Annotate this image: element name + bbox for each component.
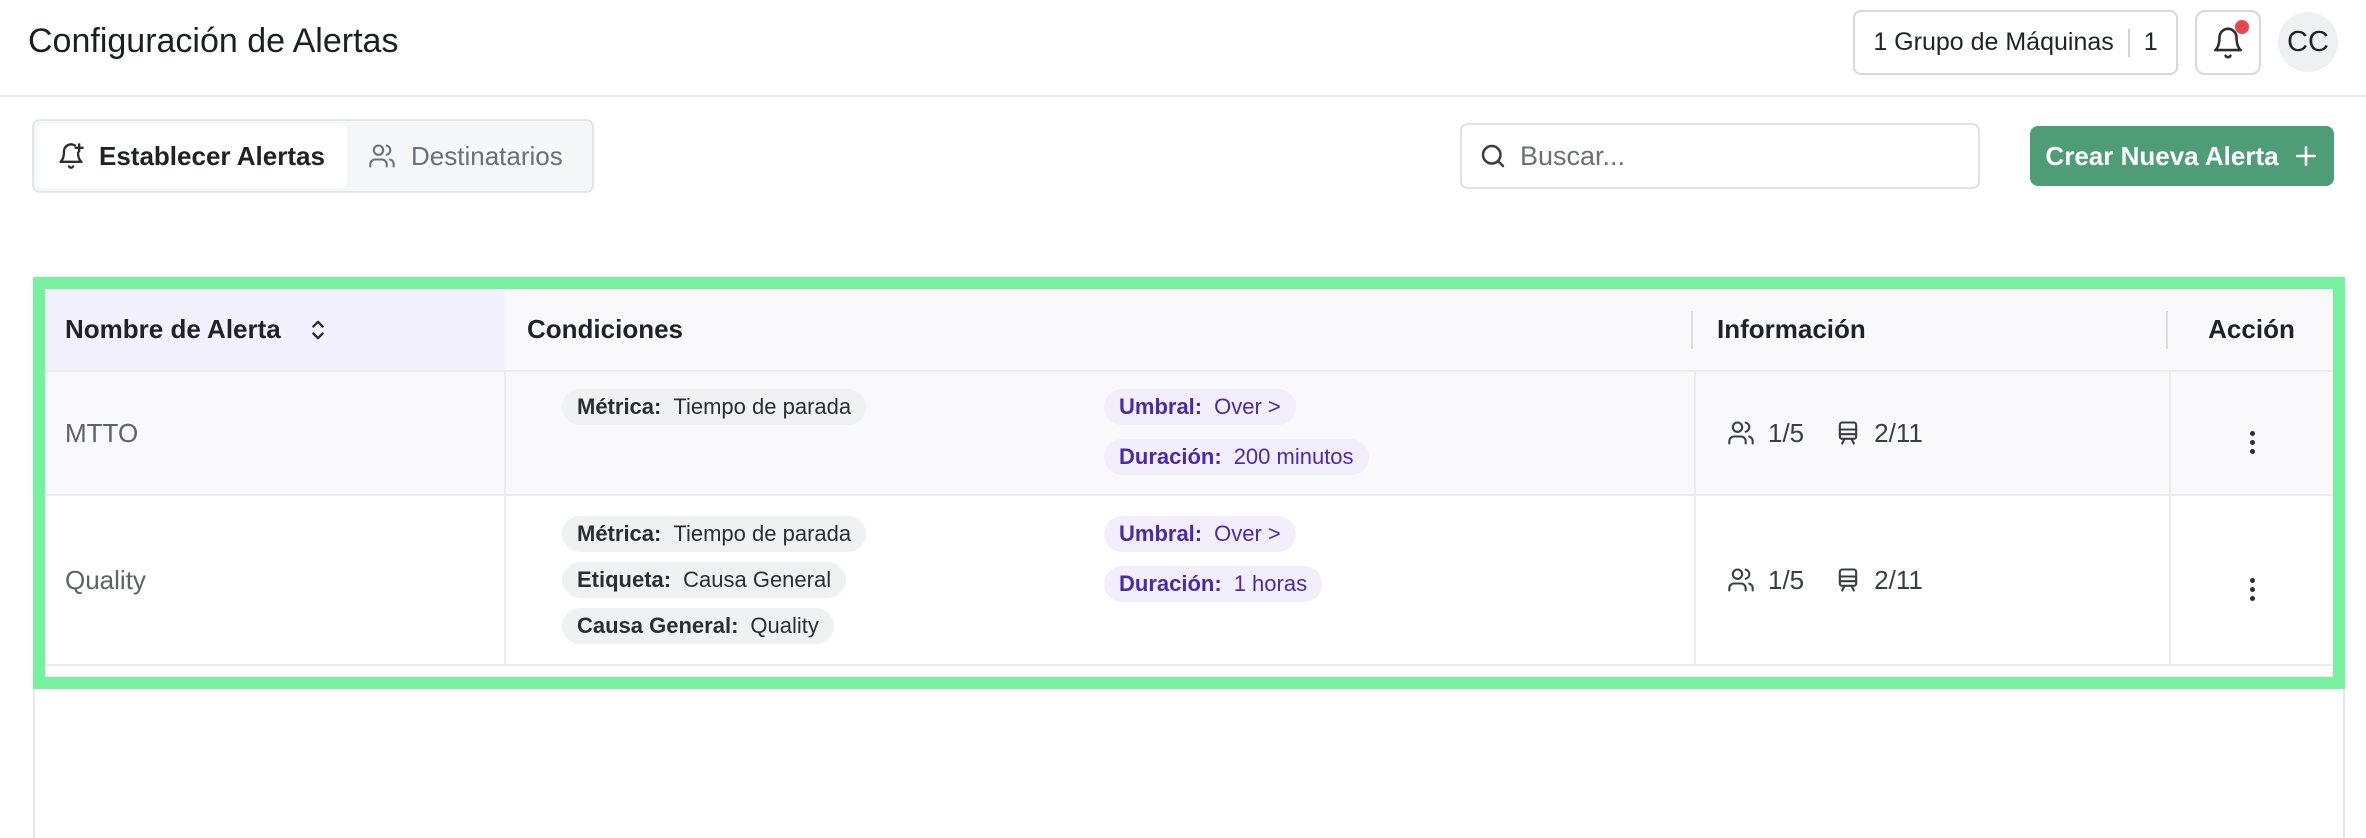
search-box[interactable] (1460, 123, 1980, 189)
divider (1691, 311, 1693, 349)
condition-key: Duración: (1119, 571, 1222, 596)
machine-group-label: 1 Grupo de Máquinas (1873, 28, 2114, 56)
column-label: Nombre de Alerta (65, 314, 281, 344)
machines-count: 2/11 (1874, 417, 1923, 448)
table-row[interactable]: Quality Métrica: Tiempo de parada Etique… (45, 495, 2333, 666)
condition-pill: Métrica: Tiempo de parada (562, 516, 867, 552)
condition-value: 1 horas (1233, 571, 1308, 596)
condition-key: Umbral: (1119, 521, 1203, 546)
alert-conditions: Métrica: Tiempo de parada Umbral: Over >… (505, 371, 1696, 496)
condition-pill: Umbral: Over > (1104, 516, 1296, 552)
alert-name: MTTO (45, 371, 506, 496)
column-label: Condiciones (527, 314, 684, 344)
machine-group-count: 1 (2143, 28, 2158, 56)
alert-information: 1/5 2/11 (1695, 495, 2171, 666)
tab-label: Establecer Alertas (99, 140, 325, 171)
condition-key: Duración: (1119, 444, 1222, 469)
condition-key: Etiqueta: (577, 567, 672, 592)
condition-value: Over > (1214, 394, 1281, 419)
recipients-count: 1/5 (1768, 417, 1805, 448)
notifications-button[interactable] (2195, 10, 2261, 75)
condition-value: Tiempo de parada (673, 521, 852, 546)
column-header-conditions: Condiciones (505, 289, 1695, 372)
divider (2127, 28, 2130, 57)
tab-label: Destinatarios (411, 140, 563, 171)
search-icon (1481, 144, 1505, 168)
users-icon (369, 144, 395, 168)
alert-action (2170, 495, 2333, 666)
recipients-count: 1/5 (1768, 564, 1805, 595)
machines-count: 2/11 (1874, 564, 1923, 595)
condition-value: Causa General (683, 567, 832, 592)
column-label: Acción (2208, 314, 2295, 344)
condition-pill: Causa General: Quality (562, 608, 834, 644)
condition-value: Quality (750, 613, 819, 638)
condition-pill: Etiqueta: Causa General (562, 562, 847, 598)
condition-key: Métrica: (577, 521, 662, 546)
alert-information: 1/5 2/11 (1695, 371, 2171, 496)
divider (2166, 311, 2168, 349)
avatar[interactable]: CC (2278, 12, 2338, 72)
condition-key: Umbral: (1119, 394, 1203, 419)
plus-icon (2295, 146, 2316, 166)
condition-pill: Duración: 1 horas (1104, 566, 1323, 602)
condition-value: Over > (1214, 521, 1281, 546)
condition-pill: Duración: 200 minutos (1104, 439, 1369, 475)
table-row[interactable]: MTTO Métrica: Tiempo de parada Umbral: O… (45, 371, 2333, 496)
machine-icon (1838, 568, 1858, 592)
more-options-icon[interactable] (2249, 578, 2255, 601)
top-bar: Configuración de Alertas 1 Grupo de Máqu… (0, 0, 2366, 97)
create-alert-button[interactable]: Crear Nueva Alerta (2030, 126, 2334, 186)
condition-value: 200 minutos (1233, 444, 1354, 469)
column-header-action: Acción (2166, 289, 2333, 372)
condition-pill: Umbral: Over > (1104, 389, 1296, 425)
machine-group-selector[interactable]: 1 Grupo de Máquinas 1 (1853, 10, 2178, 75)
column-header-alert-name[interactable]: Nombre de Alerta (45, 289, 505, 372)
condition-value: Tiempo de parada (673, 394, 852, 419)
column-header-information: Información (1691, 289, 2170, 372)
users-icon (1728, 568, 1754, 592)
sort-icon[interactable] (307, 316, 329, 344)
machine-icon (1838, 421, 1858, 445)
table-empty-area (33, 689, 2345, 838)
alert-conditions: Métrica: Tiempo de parada Etiqueta: Caus… (505, 495, 1696, 666)
tab-establecer-alertas[interactable]: Establecer Alertas (37, 124, 347, 188)
tab-destinatarios[interactable]: Destinatarios (347, 124, 583, 188)
condition-key: Métrica: (577, 394, 662, 419)
create-alert-label: Crear Nueva Alerta (2045, 140, 2279, 171)
alerts-table: Nombre de Alerta Condiciones Información… (33, 277, 2345, 689)
bell-plus-icon (59, 143, 84, 169)
more-options-icon[interactable] (2249, 431, 2255, 454)
condition-pill: Métrica: Tiempo de parada (562, 389, 867, 425)
column-label: Información (1717, 314, 1866, 344)
table-header-row: Nombre de Alerta Condiciones Información… (45, 289, 2333, 372)
page-title: Configuración de Alertas (28, 22, 399, 60)
condition-key: Causa General: (577, 613, 739, 638)
alert-name: Quality (45, 495, 506, 666)
tab-bar: Establecer Alertas Destinatarios (32, 119, 594, 193)
users-icon (1728, 421, 1754, 445)
notification-dot (2235, 20, 2249, 34)
alert-action (2170, 371, 2333, 496)
search-input[interactable] (1520, 140, 1960, 172)
